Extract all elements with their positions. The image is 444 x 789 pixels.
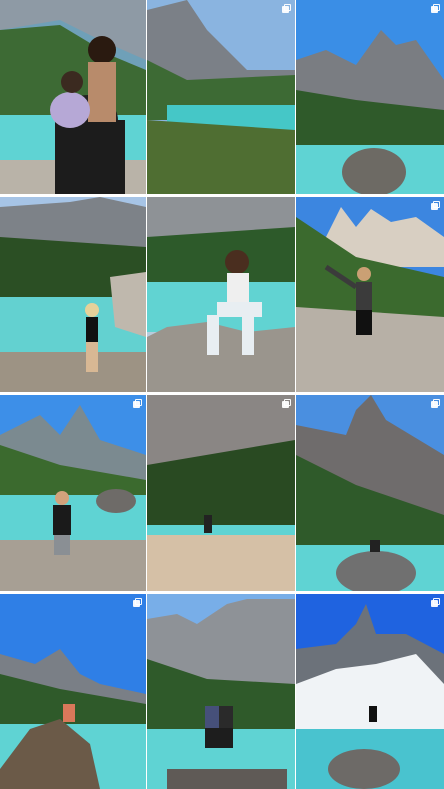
post-image: [296, 197, 444, 392]
multiple-photos-icon: [282, 4, 291, 13]
grid-post-11[interactable]: [147, 594, 295, 789]
post-image: [147, 594, 295, 789]
multiple-photos-icon: [431, 399, 440, 408]
grid-post-7[interactable]: [0, 395, 146, 591]
photo-grid: [0, 0, 444, 789]
multiple-photos-icon: [431, 4, 440, 13]
post-image: [147, 0, 295, 194]
grid-post-12[interactable]: [296, 594, 444, 789]
post-image: [147, 197, 295, 392]
post-image: [147, 395, 295, 591]
post-image: [0, 395, 146, 591]
grid-post-3[interactable]: [296, 0, 444, 194]
multiple-photos-icon: [133, 598, 142, 607]
post-image: [0, 594, 146, 789]
grid-post-9[interactable]: [296, 395, 444, 591]
multiple-photos-icon: [282, 399, 291, 408]
post-image: [0, 0, 146, 194]
grid-post-6[interactable]: [296, 197, 444, 392]
grid-post-2[interactable]: [147, 0, 295, 194]
grid-post-5[interactable]: [147, 197, 295, 392]
multiple-photos-icon: [431, 598, 440, 607]
grid-post-8[interactable]: [147, 395, 295, 591]
grid-post-4[interactable]: [0, 197, 146, 392]
post-image: [0, 197, 146, 392]
post-image: [296, 594, 444, 789]
post-image: [296, 0, 444, 194]
multiple-photos-icon: [133, 399, 142, 408]
grid-post-10[interactable]: [0, 594, 146, 789]
multiple-photos-icon: [431, 201, 440, 210]
grid-post-1[interactable]: [0, 0, 146, 194]
post-image: [296, 395, 444, 591]
